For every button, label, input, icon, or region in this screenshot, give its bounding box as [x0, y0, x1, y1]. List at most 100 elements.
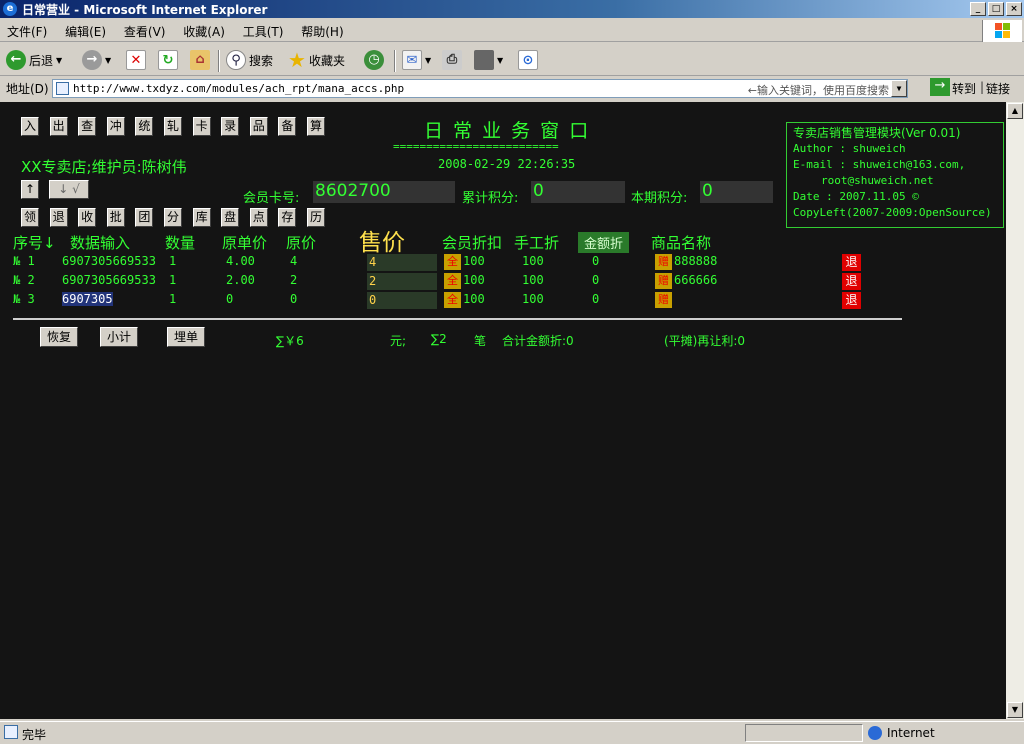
home-button[interactable]: ⌂ — [190, 48, 210, 72]
menu-file[interactable]: 文件(F) — [0, 20, 54, 43]
period-points-field: 0 — [700, 181, 773, 203]
maximize-button[interactable]: □ — [988, 2, 1004, 16]
back-button[interactable]: ← 后退 ▼ — [6, 48, 62, 72]
row-member-disc: 100 — [463, 292, 485, 306]
address-dropdown-button[interactable]: ▼ — [891, 80, 907, 97]
restore-button[interactable]: 恢复 — [40, 327, 78, 347]
menu-view[interactable]: 查看(V) — [117, 20, 173, 43]
function-key-9[interactable]: 品 — [249, 117, 268, 136]
row-all-button[interactable]: 全 — [444, 273, 461, 289]
row-sale-price-input[interactable]: 4 — [367, 254, 437, 271]
function-key-7[interactable]: 库 — [192, 208, 211, 227]
function-key-2[interactable]: 出 — [49, 117, 68, 136]
go-button[interactable]: 转到 — [952, 80, 976, 97]
row-manual-disc: 100 — [522, 273, 544, 287]
row-code-input[interactable]: 6907305 — [62, 292, 113, 306]
links-button[interactable]: 链接 — [986, 80, 1010, 97]
messenger-icon: ⊙ — [518, 50, 538, 70]
function-key-6[interactable]: 轧 — [164, 117, 182, 136]
info-module: 专卖店销售管理模块(Ver 0.01) — [793, 126, 961, 140]
messenger-button[interactable]: ⊙ — [518, 48, 538, 72]
menu-favorites[interactable]: 收藏(A) — [176, 20, 232, 43]
header-orig-price: 原价 — [286, 234, 317, 252]
function-key-4[interactable]: 批 — [106, 208, 125, 227]
row-qty: 1 — [169, 254, 177, 268]
header-seq[interactable]: 序号↓ — [13, 232, 56, 253]
amount-disc-button[interactable]: 金额折 — [578, 232, 630, 253]
info-email: E-mail : shuweich@163.com, — [793, 158, 966, 171]
menu-help[interactable]: 帮助(H) — [294, 20, 350, 43]
function-key-5[interactable]: 团 — [135, 208, 154, 227]
scroll-down-button[interactable]: ▼ — [1007, 702, 1023, 718]
history-button[interactable]: ◷ — [364, 48, 384, 72]
row-gift-button[interactable]: 赠 — [655, 292, 672, 308]
function-key-1[interactable]: 入 — [21, 117, 39, 136]
row-gift-button[interactable]: 赠 — [655, 254, 672, 270]
menu-tools[interactable]: 工具(T) — [236, 20, 291, 43]
print-button[interactable]: ⎙ — [442, 48, 462, 72]
up-arrow-button[interactable]: ↑ — [21, 180, 39, 199]
status-bar: 完毕 Internet — [0, 721, 1024, 744]
function-key-10[interactable]: 备 — [278, 117, 297, 136]
row-all-button[interactable]: 全 — [444, 254, 461, 270]
function-key-3[interactable]: 收 — [78, 208, 97, 227]
row-all-button[interactable]: 全 — [444, 292, 461, 308]
header-manual-disc: 手工折 — [514, 234, 560, 252]
forward-button[interactable]: → ▼ — [82, 48, 111, 72]
minimize-button[interactable]: _ — [970, 2, 986, 16]
edit-button[interactable]: ▼ — [474, 48, 503, 72]
cum-points-field: 0 — [531, 181, 625, 203]
refresh-button[interactable]: ↻ — [158, 48, 178, 72]
function-key-6[interactable]: 分 — [164, 208, 182, 227]
row-code-input[interactable]: 6907305669533 — [62, 273, 156, 287]
row-orig-price: 0 — [290, 292, 298, 306]
row-qty: 1 — [169, 273, 177, 287]
menu-edit[interactable]: 编辑(E) — [58, 20, 113, 43]
favorites-button[interactable]: ★ 收藏夹 — [288, 48, 345, 72]
menu-bar: 文件(F) 编辑(E) 查看(V) 收藏(A) 工具(T) 帮助(H) — [0, 20, 1024, 42]
row-sale-price-input[interactable]: 2 — [367, 273, 437, 290]
go-arrow-icon[interactable]: → — [930, 78, 950, 96]
down-confirm-button[interactable]: ↓ √ — [49, 180, 89, 199]
mail-button[interactable]: ✉ ▼ — [402, 48, 431, 72]
function-key-8[interactable]: 录 — [221, 117, 240, 136]
period-points-label: 本期积分: — [631, 191, 688, 206]
row-code-input[interactable]: 6907305669533 — [62, 254, 156, 268]
row-return-button[interactable]: 退 — [842, 273, 861, 290]
search-button[interactable]: ⚲ 搜索 — [226, 48, 273, 72]
function-key-3[interactable]: 查 — [78, 117, 97, 136]
vertical-scrollbar[interactable]: ▲ ▼ — [1006, 102, 1024, 719]
function-key-11[interactable]: 历 — [307, 208, 325, 227]
function-key-2[interactable]: 退 — [49, 208, 68, 227]
function-key-11[interactable]: 算 — [307, 117, 325, 136]
row-member-disc: 100 — [463, 273, 485, 287]
zone-text: Internet — [887, 726, 935, 740]
row-return-button[interactable]: 退 — [842, 254, 861, 271]
internet-zone-icon — [868, 726, 882, 740]
function-key-1[interactable]: 领 — [21, 208, 39, 227]
function-key-5[interactable]: 统 — [135, 117, 154, 136]
function-key-8[interactable]: 盘 — [221, 208, 240, 227]
row-number: № 3 — [13, 292, 35, 306]
row-return-button[interactable]: 退 — [842, 292, 861, 309]
row-gift-button[interactable]: 赠 — [655, 273, 672, 289]
toolbar: ← 后退 ▼ → ▼ ✕ ↻ ⌂ ⚲ 搜索 ★ 收藏夹 ◷ ✉ ▼ ⎙ ▼ ⊙ — [0, 44, 1024, 76]
row-sale-price-input[interactable]: 0 — [367, 292, 437, 309]
info-date: Date : 2007.11.05 © — [793, 190, 919, 203]
subtotal-button[interactable]: 小计 — [100, 327, 138, 347]
function-key-7[interactable]: 卡 — [192, 117, 211, 136]
summary-count: ∑2 — [431, 332, 447, 346]
stop-button[interactable]: ✕ — [126, 48, 146, 72]
function-key-4[interactable]: 冲 — [106, 117, 125, 136]
close-button[interactable]: × — [1006, 2, 1022, 16]
window-title: 日常营业 - Microsoft Internet Explorer — [22, 3, 268, 17]
address-input[interactable]: http://www.txdyz.com/modules/ach_rpt/man… — [52, 79, 908, 98]
row-number: № 2 — [13, 273, 35, 287]
function-key-10[interactable]: 存 — [278, 208, 297, 227]
scroll-up-button[interactable]: ▲ — [1007, 103, 1023, 119]
function-key-9[interactable]: 点 — [249, 208, 268, 227]
windows-logo-icon — [982, 20, 1022, 42]
mail-icon: ✉ — [402, 50, 422, 70]
member-card-input[interactable]: 8602700 — [313, 181, 455, 203]
checkout-button[interactable]: 埋单 — [167, 327, 205, 347]
